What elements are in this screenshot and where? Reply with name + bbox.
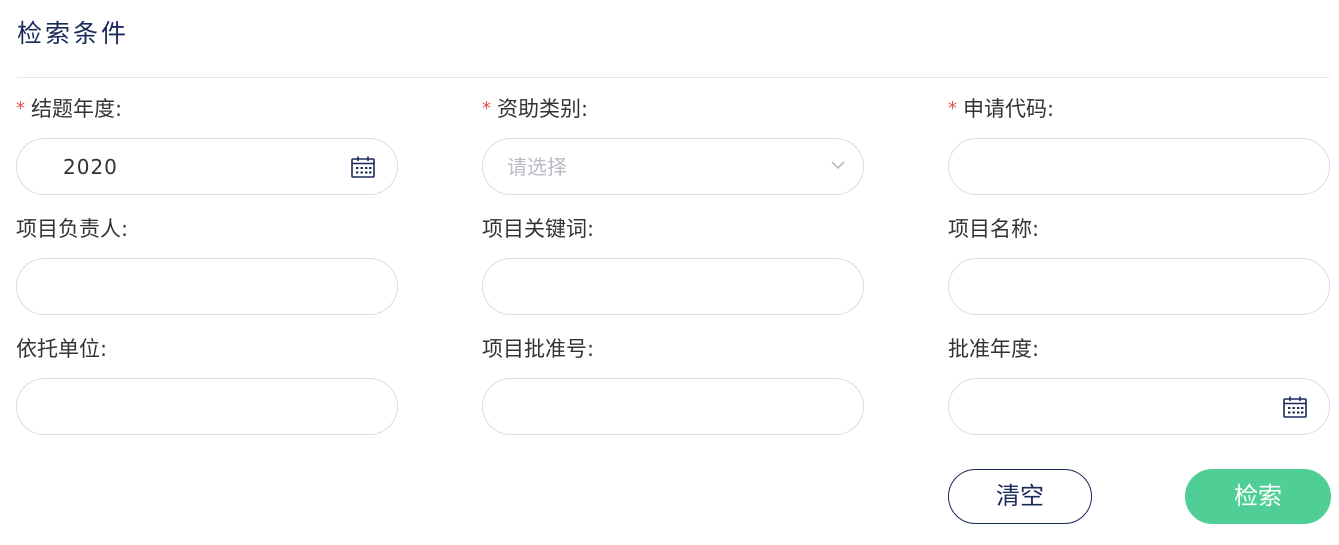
required-marker: * [16, 98, 25, 119]
field-application-code: * 申请代码: [948, 93, 1332, 195]
host-institution-label: 依托单位: [16, 337, 108, 361]
project-approval-no-input[interactable] [482, 378, 864, 435]
project-name-input[interactable] [948, 258, 1330, 315]
field-host-institution: 依托单位: [16, 333, 400, 435]
field-conclusion-year: * 结题年度: 2020 [16, 93, 400, 195]
conclusion-year-picker[interactable]: 2020 [16, 138, 398, 195]
field-funding-category: * 资助类别: 请选择 [482, 93, 866, 195]
chevron-down-icon[interactable] [831, 161, 845, 170]
section-title: 检索条件 [17, 19, 130, 48]
approval-year-picker[interactable] [948, 378, 1330, 435]
required-marker: * [948, 98, 957, 119]
field-project-approval-no: 项目批准号: [482, 333, 866, 435]
conclusion-year-label: 结题年度: [31, 97, 123, 121]
funding-category-label: 资助类别: [497, 97, 589, 121]
project-keywords-label: 项目关键词: [482, 217, 595, 241]
approval-year-label: 批准年度: [948, 337, 1040, 361]
project-name-label: 项目名称: [948, 217, 1040, 241]
field-project-leader: 项目负责人: [16, 213, 400, 315]
application-code-label: 申请代码: [963, 97, 1055, 121]
funding-category-select[interactable]: 请选择 [482, 138, 864, 195]
funding-category-placeholder: 请选择 [507, 155, 567, 179]
required-marker: * [482, 98, 491, 119]
divider [17, 77, 1330, 78]
project-leader-input[interactable] [16, 258, 398, 315]
field-approval-year: 批准年度: [948, 333, 1332, 435]
field-project-name: 项目名称: [948, 213, 1332, 315]
field-project-keywords: 项目关键词: [482, 213, 866, 315]
clear-button[interactable]: 清空 [948, 469, 1092, 524]
project-leader-label: 项目负责人: [16, 217, 129, 241]
search-conditions-panel: 检索条件 * 结题年度: 2020 * 资助类别: 请选择 * 申请代码: 项目… [0, 0, 1339, 545]
field-label: * 结题年度: [16, 93, 400, 125]
field-label: * 资助类别: [482, 93, 866, 125]
project-keywords-input[interactable] [482, 258, 864, 315]
host-institution-input[interactable] [16, 378, 398, 435]
conclusion-year-value: 2020 [63, 155, 118, 179]
field-label: * 申请代码: [948, 93, 1332, 125]
calendar-icon[interactable] [351, 156, 375, 178]
search-button[interactable]: 检索 [1185, 469, 1331, 524]
application-code-input[interactable] [948, 138, 1330, 195]
calendar-icon[interactable] [1283, 396, 1307, 418]
project-approval-no-label: 项目批准号: [482, 337, 595, 361]
